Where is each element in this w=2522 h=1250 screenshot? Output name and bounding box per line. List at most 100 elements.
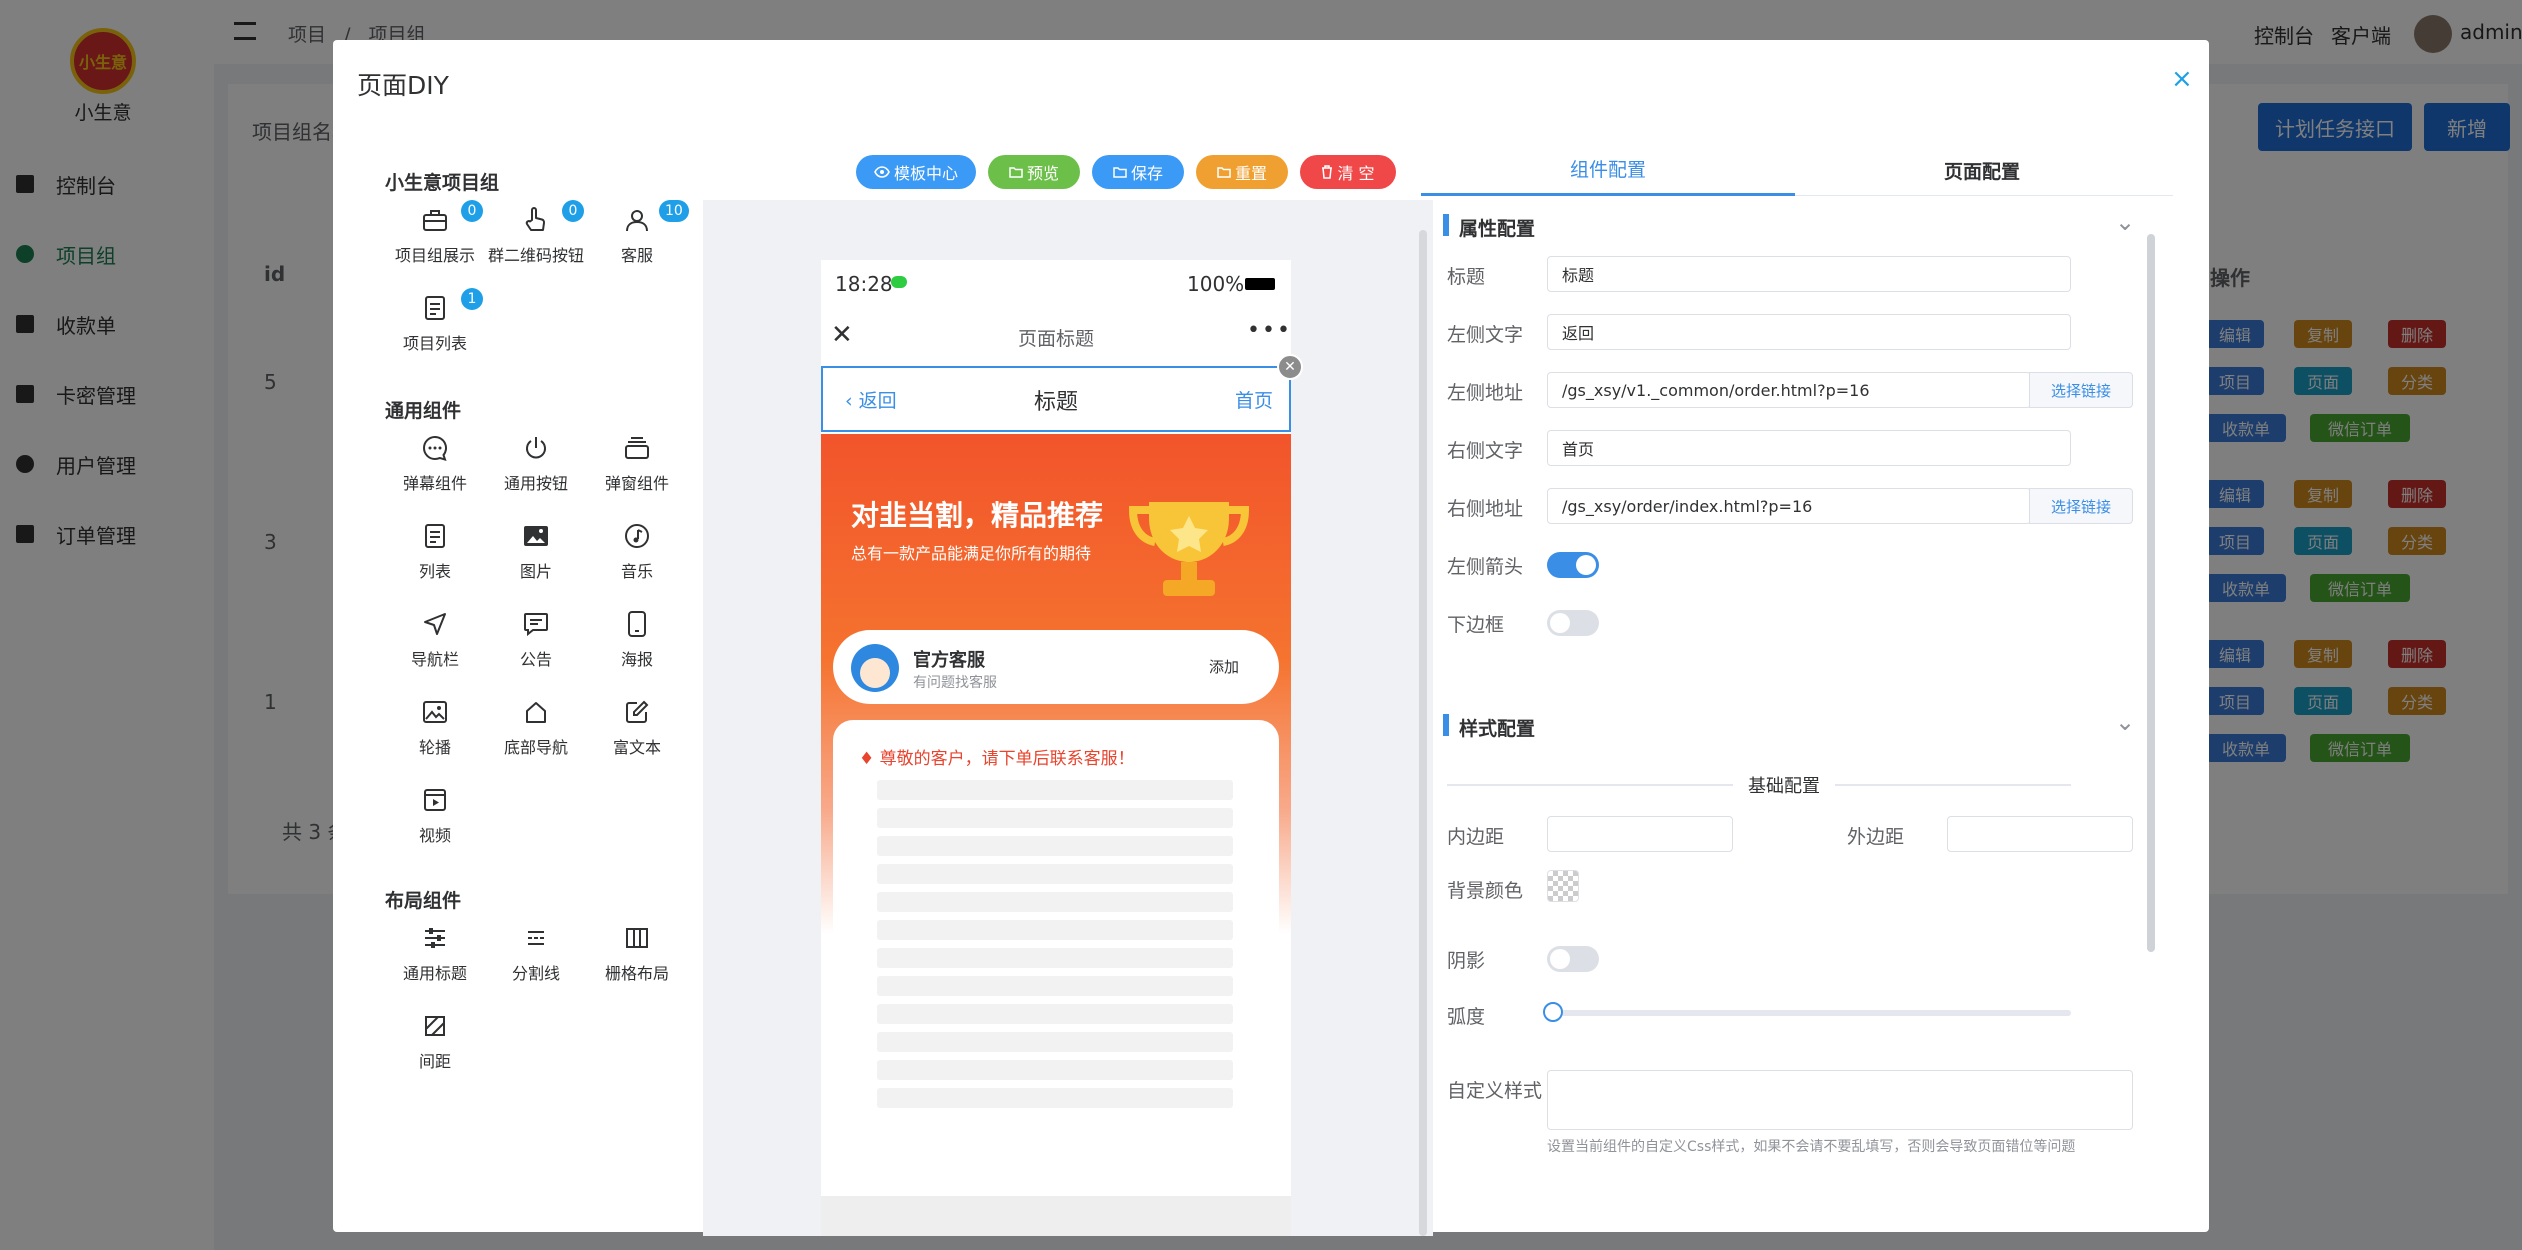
component-music[interactable]: 音乐	[587, 522, 687, 606]
field-label: 内边距	[1447, 826, 1505, 848]
save-button[interactable]: 保存	[1092, 155, 1184, 189]
more-icon[interactable]: •••	[1247, 318, 1292, 343]
tab-page-config[interactable]: 页面配置	[1795, 144, 2169, 196]
document-icon	[421, 522, 449, 550]
component-label: 分割线	[511, 964, 560, 983]
component-label: 底部导航	[503, 738, 568, 757]
component-button[interactable]: 通用按钮	[486, 434, 586, 518]
video-icon	[421, 786, 449, 814]
toolbar-label: 预览	[1026, 164, 1059, 183]
right-text-input[interactable]: 首页	[1547, 430, 2071, 466]
group-title: 小生意项目组	[385, 172, 500, 194]
component-list[interactable]: 列表	[385, 522, 485, 606]
count-badge: 10	[659, 200, 689, 222]
tab-component-config[interactable]: 组件配置	[1421, 144, 1795, 196]
component-image[interactable]: 图片	[486, 522, 586, 606]
right-url-input[interactable]: /gs_xsy/order/index.html?p=16	[1547, 488, 2031, 524]
component-poster[interactable]: 海报	[587, 610, 687, 694]
config-panel: 组件配置 页面配置 属性配置 ⌄ 标题 标题 左侧文字 返回 左侧地址 /gs_…	[1421, 144, 2173, 1236]
trophy-icon	[1129, 488, 1249, 604]
component-grid[interactable]: 栅格布局	[587, 924, 687, 1008]
skeleton-line	[877, 864, 1233, 884]
message-icon	[522, 610, 550, 638]
phone-time: 18:28	[835, 272, 893, 296]
field-label: 外边距	[1847, 826, 1905, 848]
service-name: 官方客服	[913, 650, 985, 671]
navbar-component[interactable]: ‹ 返回 标题 首页	[821, 366, 1291, 432]
skeleton-line	[877, 1060, 1233, 1080]
skeleton-line	[877, 780, 1233, 800]
pointer-icon	[522, 206, 550, 234]
select-link-button[interactable]: 选择链接	[2029, 372, 2133, 408]
divider	[1835, 784, 2071, 786]
component-popup[interactable]: 弹窗组件	[587, 434, 687, 518]
shadow-switch[interactable]	[1547, 946, 1599, 972]
template-center-button[interactable]: 模板中心	[856, 155, 976, 189]
battery-icon	[1245, 278, 1275, 290]
field-label: 左侧文字	[1447, 324, 1524, 346]
banner-component[interactable]: 对韭当割，精品推荐 总有一款产品能满足你所有的期待 官方客服 有问题找客服 添加…	[821, 434, 1291, 1140]
remove-component-icon[interactable]: ✕	[1277, 354, 1303, 380]
component-label: 间距	[418, 1052, 451, 1071]
skeleton-line	[877, 1088, 1233, 1108]
reset-button[interactable]: 重置	[1196, 155, 1288, 189]
component-bottom-nav[interactable]: 底部导航	[486, 698, 586, 782]
service-card[interactable]: 官方客服 有问题找客服 添加	[833, 630, 1279, 704]
margin-input[interactable]	[1947, 816, 2133, 852]
spacing-icon	[421, 1012, 449, 1040]
component-divider[interactable]: 分割线	[486, 924, 586, 1008]
left-url-input[interactable]: /gs_xsy/v1._common/order.html?p=16	[1547, 372, 2031, 408]
component-title[interactable]: 通用标题	[385, 924, 485, 1008]
mobile-icon	[623, 610, 651, 638]
skeleton-line	[877, 892, 1233, 912]
chevron-down-icon[interactable]: ⌄	[2115, 708, 2135, 736]
component-spacing[interactable]: 间距	[385, 1012, 485, 1096]
component-label: 富文本	[612, 738, 661, 757]
field-label: 背景颜色	[1447, 880, 1524, 902]
toolbar-label: 清 空	[1337, 164, 1375, 183]
field-label: 右侧文字	[1447, 440, 1524, 462]
component-label: 音乐	[620, 562, 653, 581]
count-badge: 0	[562, 200, 584, 222]
component-carousel[interactable]: 轮播	[385, 698, 485, 782]
title-input[interactable]: 标题	[1547, 256, 2071, 292]
component-label: 弹幕组件	[402, 474, 467, 493]
chevron-down-icon[interactable]: ⌄	[2115, 208, 2135, 236]
component-rich-text[interactable]: 富文本	[587, 698, 687, 782]
padding-input[interactable]	[1547, 816, 1733, 852]
preview-button[interactable]: 预览	[988, 155, 1080, 189]
edit-icon	[623, 698, 651, 726]
component-video[interactable]: 视频	[385, 786, 485, 870]
home-link[interactable]: 首页	[1235, 386, 1273, 413]
component-label: 客服	[620, 246, 653, 265]
custom-style-textarea[interactable]	[1547, 1070, 2133, 1130]
component-danmaku[interactable]: 弹幕组件	[385, 434, 485, 518]
left-arrow-switch[interactable]	[1547, 552, 1599, 578]
component-label: 海报	[620, 650, 653, 669]
power-icon	[522, 434, 550, 462]
service-add-button[interactable]: 添加	[1209, 656, 1239, 677]
count-badge: 1	[461, 288, 483, 310]
component-navbar[interactable]: 导航栏	[385, 610, 485, 694]
toolbar-label: 保存	[1130, 164, 1163, 183]
close-icon[interactable]: ×	[2171, 64, 2193, 94]
select-link-button[interactable]: 选择链接	[2029, 488, 2133, 524]
component-notice[interactable]: 公告	[486, 610, 586, 694]
color-picker[interactable]	[1547, 870, 1579, 902]
left-text-input[interactable]: 返回	[1547, 314, 2071, 350]
trash-icon	[1321, 165, 1333, 179]
picture-icon	[421, 698, 449, 726]
radius-slider-handle[interactable]	[1543, 1002, 1563, 1022]
config-scrollbar[interactable]	[2147, 234, 2155, 952]
component-label: 图片	[519, 562, 552, 581]
component-label: 弹窗组件	[604, 474, 669, 493]
component-label: 轮播	[418, 738, 451, 757]
page-diy-modal: 页面DIY × 小生意项目组 项目组展示 0 群二维码按钮 0 客服 10 项目…	[333, 40, 2209, 1236]
field-label: 下边框	[1447, 614, 1505, 636]
component-label: 通用标题	[402, 964, 467, 983]
clear-button[interactable]: 清 空	[1300, 155, 1396, 189]
document-icon	[421, 294, 449, 322]
component-label: 群二维码按钮	[487, 246, 584, 265]
bottom-border-switch[interactable]	[1547, 610, 1599, 636]
radius-slider-track[interactable]	[1553, 1010, 2071, 1016]
